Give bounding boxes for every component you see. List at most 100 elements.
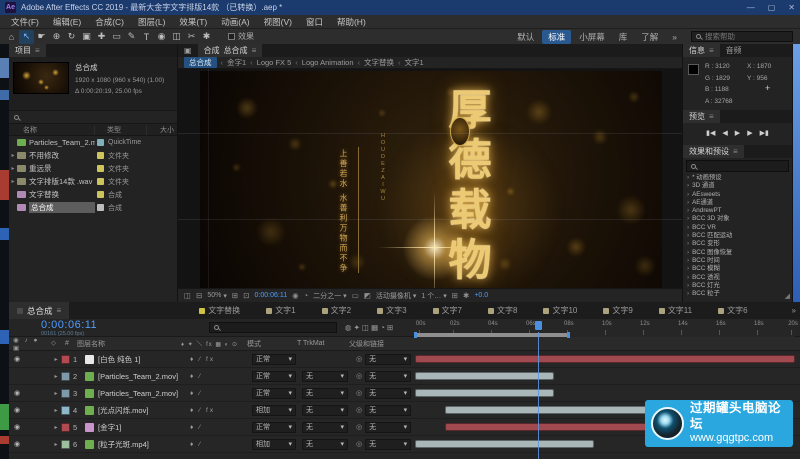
puppet-pin-tool-icon[interactable]: ✱ xyxy=(199,30,214,44)
timeline-tab[interactable]: 文字6 xyxy=(718,305,747,316)
effects-category[interactable]: ›BCC 变形 xyxy=(683,240,792,248)
roto-brush-tool-icon[interactable]: ✂ xyxy=(184,30,199,44)
always-preview-icon[interactable]: ◫ xyxy=(184,291,191,300)
project-item-row[interactable]: Particles_Team_2.mov QuickTime xyxy=(9,136,177,149)
tab-effects-presets[interactable]: 效果和预设 ≡ xyxy=(683,145,744,158)
pick-whip-icon[interactable]: ◎ xyxy=(356,389,362,397)
project-item-row[interactable]: ▸ 重远景 文件夹 xyxy=(9,162,177,175)
effects-category[interactable]: ›BCC 透视 xyxy=(683,274,792,282)
layer-name[interactable]: [Particles_Team_2.mov] xyxy=(98,389,190,398)
menu-composition[interactable]: 合成(C) xyxy=(88,16,131,28)
effects-category[interactable]: ›BCC 灯光 xyxy=(683,282,792,290)
current-timecode[interactable]: 0:00:06:11 xyxy=(41,320,97,331)
label-color-chip[interactable] xyxy=(61,355,70,364)
twirl-icon[interactable]: ▸ xyxy=(9,178,17,185)
breadcrumb-item[interactable]: 总合成 xyxy=(184,57,217,68)
grid-guides-icon[interactable]: ⊞ xyxy=(232,291,238,300)
trkmat-header[interactable]: T TrkMat xyxy=(297,340,349,347)
effects-category[interactable]: ›3D 通道 xyxy=(683,182,792,190)
orbit-camera-tool-icon[interactable]: ↻ xyxy=(64,30,79,44)
label-color-chip[interactable] xyxy=(61,406,70,415)
help-search-box[interactable] xyxy=(691,31,793,42)
pick-whip-icon[interactable]: ◎ xyxy=(356,423,362,431)
eye-icon[interactable]: ◉ xyxy=(11,389,23,397)
label-color-chip[interactable] xyxy=(97,204,104,211)
selection-tool-icon[interactable]: ↖ xyxy=(19,30,34,44)
layer-name-header[interactable]: 图层名称 xyxy=(77,339,181,349)
eye-icon[interactable]: ◉ xyxy=(11,440,23,448)
layer-duration-bar[interactable] xyxy=(415,389,554,397)
menu-file[interactable]: 文件(F) xyxy=(4,16,46,28)
pan-behind-tool-icon[interactable]: ✚ xyxy=(94,30,109,44)
safe-margins-icon[interactable]: ⊡ xyxy=(243,291,249,300)
play-button[interactable]: ▶ xyxy=(735,129,740,137)
pixel-aspect-icon[interactable]: ⊞ xyxy=(452,291,458,300)
timeline-search-box[interactable] xyxy=(209,322,337,333)
first-frame-button[interactable]: ▮◀ xyxy=(706,129,715,137)
label-color-chip[interactable] xyxy=(97,191,104,198)
effects-category[interactable]: ›BCC 模糊 xyxy=(683,265,792,273)
timeline-toggle-icons[interactable]: ◍ ✦ ◫ ▦ ◔ ⊞ xyxy=(345,323,393,332)
panel-menu-icon[interactable]: ≡ xyxy=(709,112,714,121)
workspace-overflow-icon[interactable]: » xyxy=(666,31,683,43)
camera-view-dropdown[interactable]: 活动摄像机 ▾ xyxy=(376,291,417,301)
label-color-chip[interactable] xyxy=(97,178,104,185)
layer-name[interactable]: [粒子光斑.mp4] xyxy=(98,439,190,450)
column-type[interactable]: 类型 xyxy=(95,125,147,135)
timeline-tab[interactable]: 文字3 xyxy=(377,305,406,316)
close-button[interactable]: ✕ xyxy=(788,3,795,12)
mode-header[interactable]: 模式 xyxy=(247,339,297,349)
parent-dropdown[interactable]: 无▾ xyxy=(365,371,411,382)
guide-line-horizontal[interactable] xyxy=(178,219,682,220)
type-tool-icon[interactable]: T xyxy=(139,30,154,44)
menu-edit[interactable]: 编辑(E) xyxy=(46,16,88,28)
twirl-icon[interactable]: ▸ xyxy=(51,390,61,397)
layer-switches[interactable]: ♦ ∕ xyxy=(190,373,252,380)
menu-window[interactable]: 窗口 xyxy=(299,16,330,28)
twirl-icon[interactable]: ▸ xyxy=(9,152,17,159)
project-item-row[interactable]: ▸ 文字排版14款 .wav 文件夹 xyxy=(9,175,177,188)
tab-project[interactable]: 项目 ≡ xyxy=(9,44,46,57)
twirl-icon[interactable]: ▸ xyxy=(9,165,17,172)
twirl-icon[interactable]: ▸ xyxy=(51,424,61,431)
layer-name[interactable]: [金字1] xyxy=(98,422,190,433)
help-search-input[interactable] xyxy=(705,32,785,41)
workspace-standard[interactable]: 标准 xyxy=(542,30,571,44)
panel-menu-icon[interactable]: ≡ xyxy=(35,46,40,55)
blend-mode-dropdown[interactable]: 正常▾ xyxy=(252,371,296,382)
timeline-tab[interactable]: 文字1 xyxy=(266,305,295,316)
layer-row[interactable]: ◉ ▸ 2 [Particles_Team_2.mov] ♦ ∕ 正常▾ 无▾ … xyxy=(9,368,800,385)
column-size[interactable]: 大小 xyxy=(147,125,177,135)
effects-category[interactable]: ›BCC 粒子 xyxy=(683,290,792,298)
effects-category[interactable]: ›BCC VR xyxy=(683,224,792,232)
timeline-tab[interactable]: 文字替换 xyxy=(199,305,240,316)
panel-menu-icon[interactable]: ≡ xyxy=(709,46,714,55)
previous-frame-button[interactable]: ◀ xyxy=(722,129,727,137)
layer-switches[interactable]: ♦ ∕ xyxy=(190,424,252,431)
panel-menu-icon[interactable]: ≡ xyxy=(252,46,257,55)
playhead-handle[interactable] xyxy=(535,321,542,330)
twirl-icon[interactable]: ▸ xyxy=(51,407,61,414)
hand-tool-icon[interactable]: ☛ xyxy=(34,30,49,44)
parent-dropdown[interactable]: 无▾ xyxy=(365,354,411,365)
label-color-chip[interactable] xyxy=(61,389,70,398)
region-of-interest-icon[interactable]: ▭ xyxy=(352,291,359,300)
panel-menu-icon[interactable]: ≡ xyxy=(57,306,62,315)
label-color-chip[interactable] xyxy=(61,423,70,432)
twirl-icon[interactable]: ▸ xyxy=(51,373,61,380)
layer-name[interactable]: [白色 纯色 1] xyxy=(98,354,190,365)
layer-duration-bar[interactable] xyxy=(415,440,594,448)
clone-stamp-tool-icon[interactable]: ◉ xyxy=(154,30,169,44)
timeline-tab[interactable]: 文字9 xyxy=(603,305,632,316)
last-frame-button[interactable]: ▶▮ xyxy=(760,129,769,137)
layer-name[interactable]: [Particles_Team_2.mov] xyxy=(98,372,190,381)
project-item-row-selected[interactable]: 总合成 合成 xyxy=(9,201,177,214)
breadcrumb-item[interactable]: Logo Animation xyxy=(302,58,354,67)
timeline-tab[interactable]: 文字11 xyxy=(659,305,692,316)
effects-category[interactable]: ›AE通道 xyxy=(683,199,792,207)
home-tool-icon[interactable]: ⌂ xyxy=(4,30,19,44)
eye-icon[interactable]: ◉ xyxy=(11,406,23,414)
panel-resize-grip-icon[interactable]: ◢ xyxy=(785,292,790,300)
pick-whip-icon[interactable]: ◎ xyxy=(356,355,362,363)
timeline-tab[interactable]: 文字2 xyxy=(322,305,351,316)
